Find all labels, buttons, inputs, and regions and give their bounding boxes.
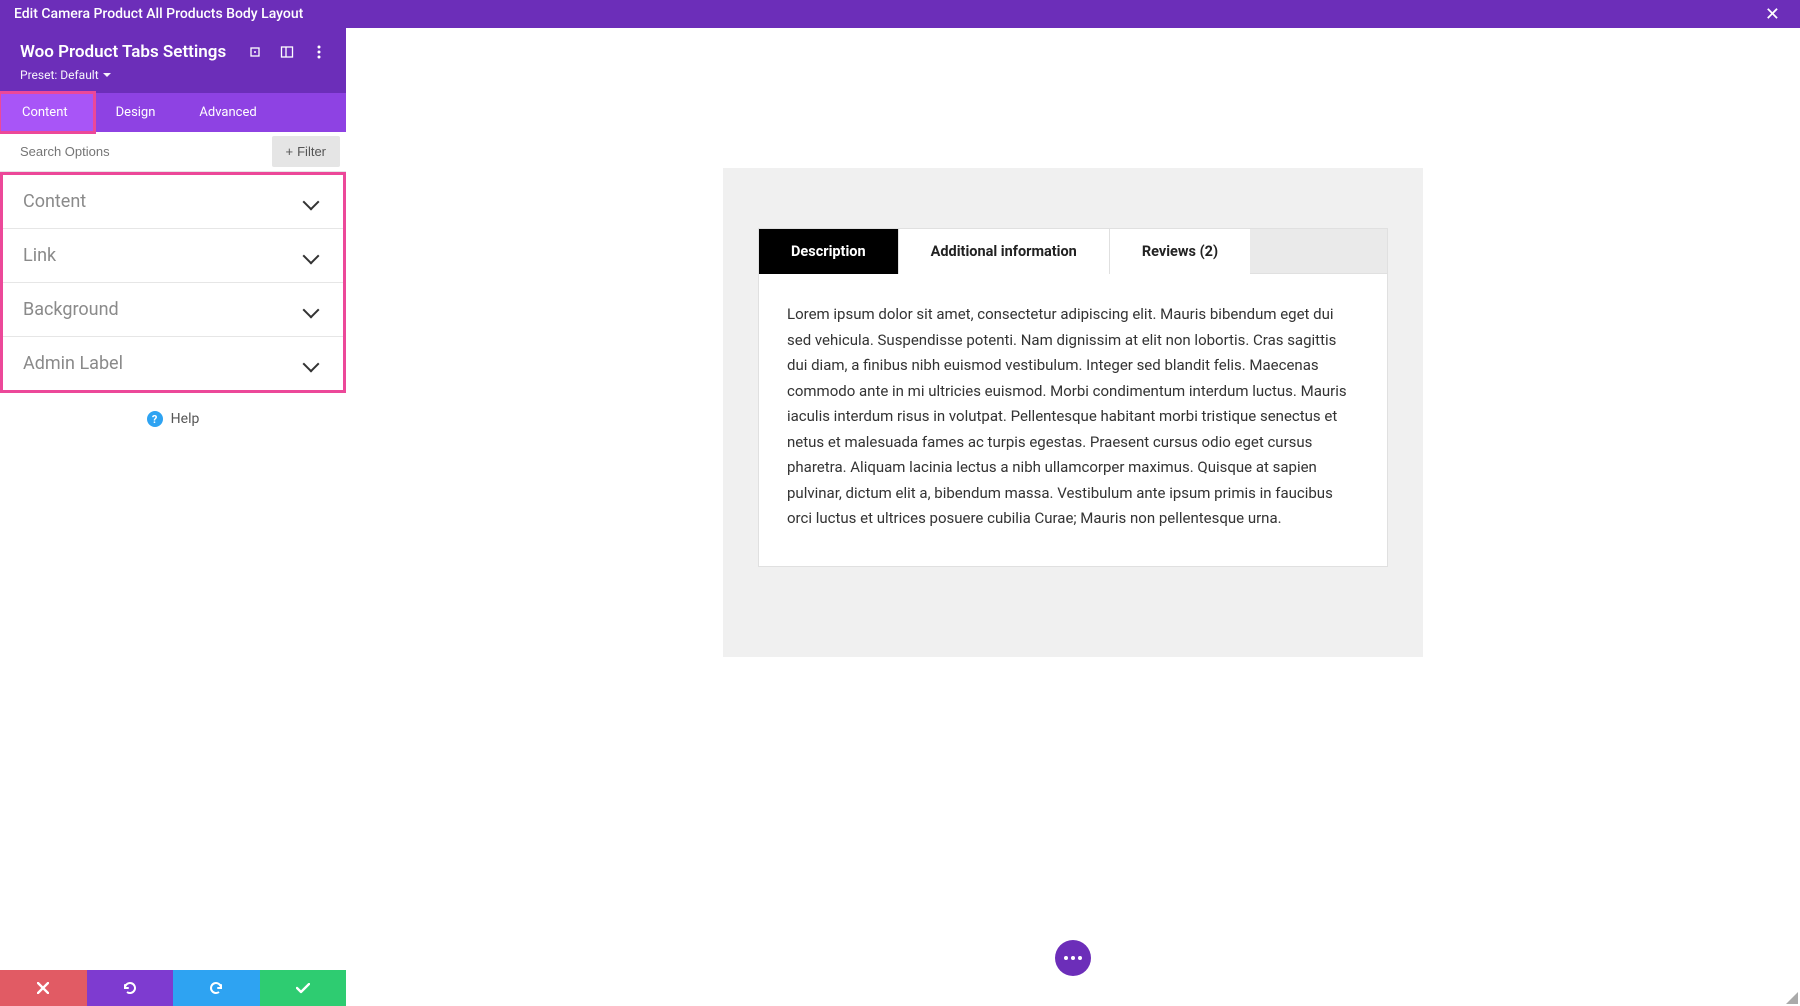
product-tab-description[interactable]: Description xyxy=(759,229,899,274)
section-label: Link xyxy=(23,245,56,266)
chevron-down-icon xyxy=(303,193,320,210)
close-icon xyxy=(37,982,49,994)
section-label: Admin Label xyxy=(23,353,123,374)
undo-button[interactable] xyxy=(87,970,174,1006)
chevron-down-icon xyxy=(303,301,320,318)
settings-tabs: Content Design Advanced xyxy=(0,93,346,132)
tab-advanced[interactable]: Advanced xyxy=(177,93,278,132)
close-icon[interactable]: ✕ xyxy=(1759,4,1786,25)
chevron-down-icon xyxy=(303,355,320,372)
builder-fab[interactable] xyxy=(1055,940,1091,976)
save-button[interactable] xyxy=(260,970,347,1006)
preset-dropdown[interactable]: Preset: Default xyxy=(20,68,111,82)
panel-title: Woo Product Tabs Settings xyxy=(20,42,226,62)
footer-bar xyxy=(0,970,346,1006)
settings-sidebar: Woo Product Tabs Settings P xyxy=(0,28,346,1006)
panel-toggle-icon[interactable] xyxy=(280,45,294,59)
section-content[interactable]: Content xyxy=(3,175,343,229)
resize-handle-icon[interactable] xyxy=(1786,992,1798,1004)
filter-label: Filter xyxy=(297,144,326,159)
section-label: Background xyxy=(23,299,119,320)
product-tab-reviews[interactable]: Reviews (2) xyxy=(1110,229,1250,274)
preset-label: Preset: Default xyxy=(20,68,99,82)
dots-icon xyxy=(1064,956,1082,960)
undo-icon xyxy=(122,980,138,996)
top-bar: Edit Camera Product All Products Body La… xyxy=(0,0,1800,28)
filter-button[interactable]: + Filter xyxy=(272,136,340,167)
plus-icon: + xyxy=(286,144,294,159)
description-text: Lorem ipsum dolor sit amet, consectetur … xyxy=(787,302,1359,532)
tab-design[interactable]: Design xyxy=(94,93,178,132)
section-link[interactable]: Link xyxy=(3,229,343,283)
section-label: Content xyxy=(23,191,86,212)
product-tab-content: Lorem ipsum dolor sit amet, consectetur … xyxy=(758,274,1388,567)
cancel-button[interactable] xyxy=(0,970,87,1006)
redo-button[interactable] xyxy=(173,970,260,1006)
tab-content[interactable]: Content xyxy=(0,93,94,132)
search-row: + Filter xyxy=(0,132,346,172)
redo-icon xyxy=(208,980,224,996)
tab-spacer xyxy=(1250,229,1387,274)
help-label: Help xyxy=(171,411,200,427)
kebab-menu-icon[interactable] xyxy=(312,45,326,59)
product-tabs-module: Description Additional information Revie… xyxy=(723,168,1423,657)
search-input[interactable] xyxy=(0,134,272,169)
section-admin-label[interactable]: Admin Label xyxy=(3,337,343,390)
check-icon xyxy=(296,983,310,994)
product-tab-additional-info[interactable]: Additional information xyxy=(899,229,1110,274)
help-link[interactable]: ? Help xyxy=(0,393,346,445)
preview-canvas: Description Additional information Revie… xyxy=(346,28,1800,1006)
section-background[interactable]: Background xyxy=(3,283,343,337)
product-tabs-nav: Description Additional information Revie… xyxy=(758,228,1388,274)
caret-down-icon xyxy=(103,73,111,78)
sidebar-header: Woo Product Tabs Settings P xyxy=(0,28,346,93)
help-icon: ? xyxy=(147,411,163,427)
accordion: Content Link Background Admin Label xyxy=(0,172,346,393)
page-title: Edit Camera Product All Products Body La… xyxy=(14,6,303,22)
header-icons xyxy=(248,45,326,59)
chevron-down-icon xyxy=(303,247,320,264)
expand-icon[interactable] xyxy=(248,45,262,59)
